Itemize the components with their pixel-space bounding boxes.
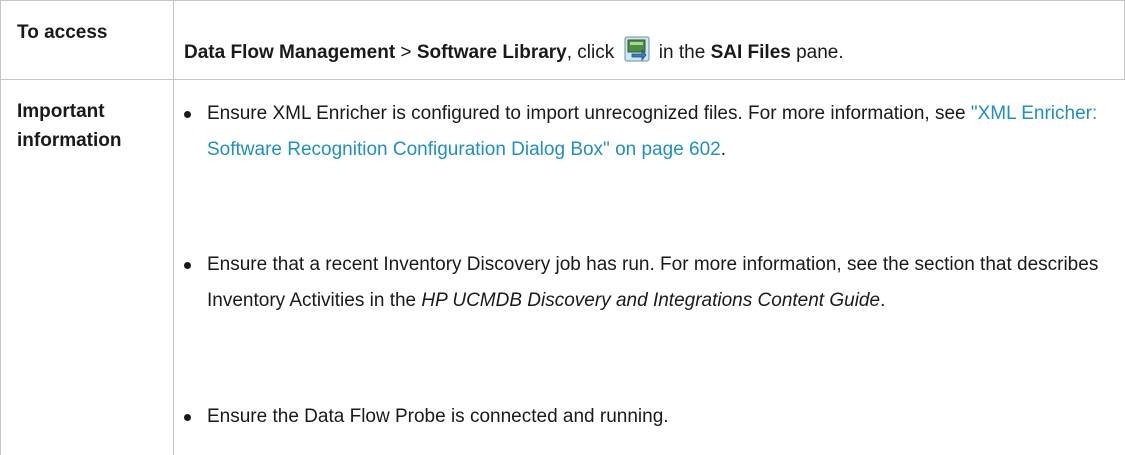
info-table: To access Data Flow Management > Softwar… — [0, 0, 1125, 455]
row-label-line-2: information — [17, 130, 122, 151]
table-row-divider — [0, 79, 1125, 80]
table-border-left — [0, 0, 1, 455]
list-item: Ensure that a recent Inventory Discovery… — [184, 247, 1104, 319]
table-border-top — [0, 0, 1125, 1]
menu-path-data-flow-management: Data Flow Management — [184, 42, 396, 63]
bullet-text: Ensure that a recent Inventory Discovery… — [207, 247, 1104, 319]
click-text: , click — [566, 42, 620, 63]
pane-name-sai-files: SAI Files — [710, 42, 791, 63]
path-separator: > — [395, 42, 417, 63]
bullet-icon — [184, 262, 191, 269]
table-column-divider — [173, 0, 174, 455]
bullet-text-after: . — [880, 290, 886, 311]
bullet-text-before: Ensure XML Enricher is configured to imp… — [207, 103, 971, 124]
row-label-to-access: To access — [17, 22, 108, 43]
in-the-text: in the — [653, 42, 711, 63]
bullet-text: Ensure XML Enricher is configured to imp… — [207, 96, 1104, 168]
import-sai-file-icon — [624, 36, 650, 62]
pane-suffix: pane. — [790, 42, 844, 63]
menu-path-software-library: Software Library — [416, 42, 567, 63]
bullet-text-after: . — [720, 139, 727, 160]
bullet-icon — [184, 414, 191, 421]
access-instructions: Data Flow Management > Software Library,… — [184, 36, 844, 67]
list-item: Ensure XML Enricher is configured to imp… — [184, 96, 1104, 168]
row-label-line-1: Important — [17, 101, 105, 122]
bullet-text: Ensure the Data Flow Probe is connected … — [207, 406, 669, 427]
list-item: Ensure the Data Flow Probe is connected … — [184, 399, 1104, 435]
row-label-important-information: Important information — [17, 97, 122, 155]
bullet-icon — [184, 111, 191, 118]
guide-title: HP UCMDB Discovery and Integrations Cont… — [421, 290, 881, 311]
